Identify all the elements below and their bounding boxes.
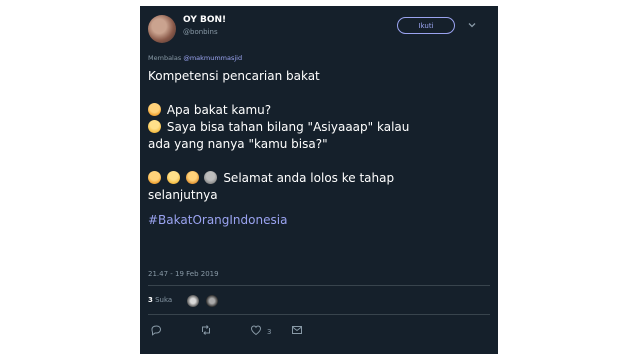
timestamp[interactable]: 21.47 - 19 Feb 2019 — [148, 270, 219, 278]
person-emoji-icon — [148, 103, 161, 116]
chevron-down-icon[interactable] — [466, 19, 478, 31]
tweet-line: Kompetensi pencarian bakat — [148, 69, 320, 83]
avatar[interactable] — [206, 295, 219, 307]
follow-button[interactable]: Ikuti — [397, 17, 455, 34]
tweet-line-text: Apa bakat kamu? — [166, 103, 272, 117]
reply-button[interactable] — [150, 324, 162, 338]
divider — [148, 285, 490, 286]
retweet-button[interactable] — [200, 324, 212, 338]
likes-number: 3 — [148, 296, 153, 304]
tweet-line: selanjutnya — [148, 188, 218, 202]
person-emoji-icon — [185, 171, 199, 184]
avatar[interactable] — [187, 295, 199, 307]
likes-count[interactable]: 3 Suka — [148, 296, 172, 304]
tweet-text: Kompetensi pencarian bakat Apa bakat kam… — [148, 68, 488, 229]
like-button[interactable] — [250, 324, 262, 338]
likes-label: Suka — [155, 296, 173, 304]
reply-context: Membalas @makmummasjid — [148, 54, 242, 62]
like-count: 3 — [267, 328, 272, 336]
divider — [148, 314, 490, 315]
tweet-line: ada yang nanya "kamu bisa?" — [148, 137, 328, 151]
user-name[interactable]: OY BON! — [183, 15, 226, 25]
tweet-line-text: Saya bisa tahan bilang "Asiyaaap" kalau — [166, 120, 410, 134]
tweet-line: Selamat anda lolos ke tahap — [148, 170, 488, 187]
tweet-actions: 3 — [148, 324, 348, 338]
reply-mention[interactable]: @makmummasjid — [183, 54, 242, 62]
likers-avatars[interactable] — [187, 292, 220, 307]
heart-icon — [250, 325, 262, 336]
person-emoji-icon — [166, 171, 180, 184]
tweet-line: Apa bakat kamu? — [148, 102, 488, 119]
message-icon — [292, 326, 302, 334]
retweet-icon — [202, 325, 210, 335]
person-emoji-icon — [148, 171, 161, 184]
message-button[interactable] — [291, 324, 303, 338]
person-emoji-icon — [204, 171, 218, 184]
user-handle[interactable]: @bonbins — [183, 28, 218, 36]
tweet-card: OY BON! @bonbins Ikuti Membalas @makmumm… — [140, 6, 498, 354]
reply-icon — [151, 325, 162, 336]
avatar[interactable] — [148, 15, 176, 43]
person-emoji-icon — [148, 120, 161, 133]
tweet-line: Saya bisa tahan bilang "Asiyaaap" kalau — [148, 119, 488, 136]
reply-prefix: Membalas — [148, 54, 182, 62]
tweet-line-text: Selamat anda lolos ke tahap — [223, 171, 395, 185]
hashtag-link[interactable]: #BakatOrangIndonesia — [148, 212, 488, 229]
